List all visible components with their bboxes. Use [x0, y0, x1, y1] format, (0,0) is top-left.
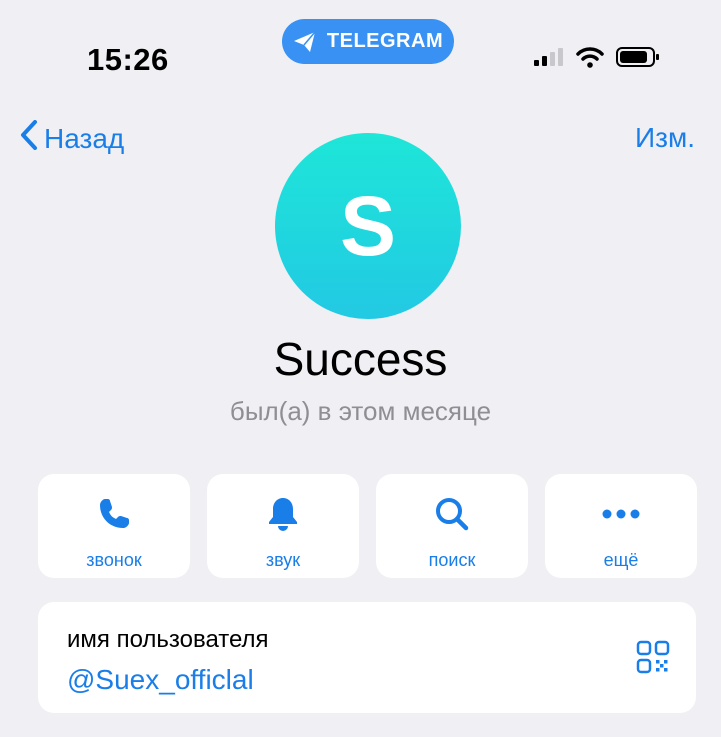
battery-icon [616, 46, 660, 73]
more-icon [601, 496, 641, 532]
avatar[interactable]: S [275, 133, 461, 319]
more-label: ещё [603, 550, 639, 570]
username-value[interactable]: @Suex_officlal [67, 664, 254, 696]
search-label: поиск [428, 550, 476, 570]
pill-label: TELEGRAM [326, 30, 444, 52]
edit-button[interactable]: Изм. [635, 122, 695, 154]
chevron-left-icon [20, 120, 38, 157]
back-label: Назад [44, 122, 125, 154]
status-time: 15:26 [87, 42, 169, 77]
username-label: имя пользователя [67, 626, 269, 653]
avatar-letter: S [339, 178, 397, 273]
username-card: имя пользователя @Suex_officlal [38, 602, 696, 713]
more-button[interactable]: ещё [545, 474, 697, 578]
search-button[interactable]: поиск [376, 474, 528, 578]
call-label: звонок [86, 550, 142, 570]
send-icon [293, 31, 317, 53]
bell-icon [267, 496, 299, 532]
status-bar: 15:26 TELEGRAM [0, 0, 721, 100]
telegram-pill[interactable]: TELEGRAM [282, 19, 454, 64]
profile-name: Success [273, 333, 448, 385]
status-icons [534, 46, 660, 73]
qr-code-icon[interactable] [636, 640, 670, 679]
sound-button[interactable]: звук [207, 474, 359, 578]
search-icon [434, 496, 470, 532]
wifi-icon [576, 46, 604, 73]
profile-screen: 15:26 TELEGRAM Назад Изм. S Success был(… [0, 0, 721, 737]
signal-icon [534, 47, 564, 72]
call-button[interactable]: звонок [38, 474, 190, 578]
profile-status: был(а) в этом месяце [229, 396, 492, 426]
sound-label: звук [265, 550, 301, 570]
phone-icon [96, 496, 132, 532]
back-button[interactable]: Назад [20, 120, 124, 157]
action-buttons: звонок звук поиск ещё [38, 474, 697, 578]
